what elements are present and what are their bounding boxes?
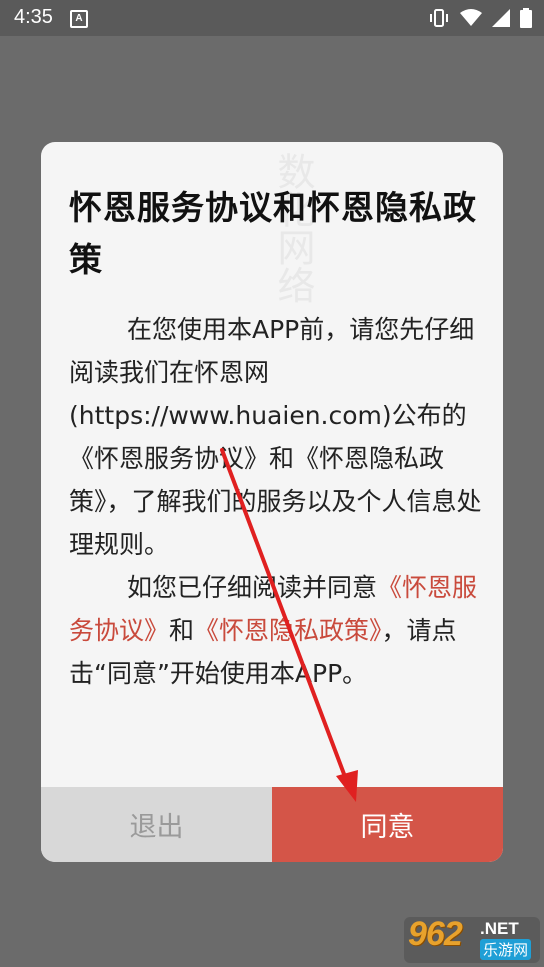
consent-and: 和 <box>169 616 195 645</box>
status-bar: 4:35 A <box>0 0 544 36</box>
logo-cn: 乐游网 <box>480 939 532 960</box>
battery-icon <box>520 8 532 32</box>
vibrate-icon <box>428 8 450 32</box>
privacy-dialog: 数化网络 怀恩服务协议和怀恩隐私政策 在您使用本APP前，请您先仔细阅读我们在怀… <box>41 142 503 862</box>
paragraph-consent: 如您已仔细阅读并同意《怀恩服务协议》和《怀恩隐私政策》，请点击“同意”开始使用本… <box>69 566 484 695</box>
status-time: 4:35 <box>14 6 53 28</box>
dialog-body: 在您使用本APP前，请您先仔细阅读我们在怀恩网(https://www.huai… <box>69 308 484 695</box>
consent-prefix: 如您已仔细阅读并同意 <box>127 573 378 602</box>
dialog-buttons: 退出 同意 <box>41 787 503 862</box>
exit-button[interactable]: 退出 <box>41 787 272 862</box>
agree-button[interactable]: 同意 <box>272 787 503 862</box>
signal-icon <box>492 9 510 31</box>
dialog-title: 怀恩服务协议和怀恩隐私政策 <box>69 188 477 279</box>
paragraph-intro: 在您使用本APP前，请您先仔细阅读我们在怀恩网(https://www.huai… <box>69 315 482 559</box>
notification-icon: A <box>70 10 88 28</box>
logo-number: 962 <box>408 915 463 953</box>
privacy-policy-link[interactable]: 《怀恩隐私政策》 <box>194 616 382 645</box>
logo-suffix: .NET <box>480 919 519 938</box>
wifi-icon <box>460 9 482 31</box>
site-logo: 962 .NET 乐游网 <box>404 915 540 963</box>
status-icons <box>428 8 532 32</box>
